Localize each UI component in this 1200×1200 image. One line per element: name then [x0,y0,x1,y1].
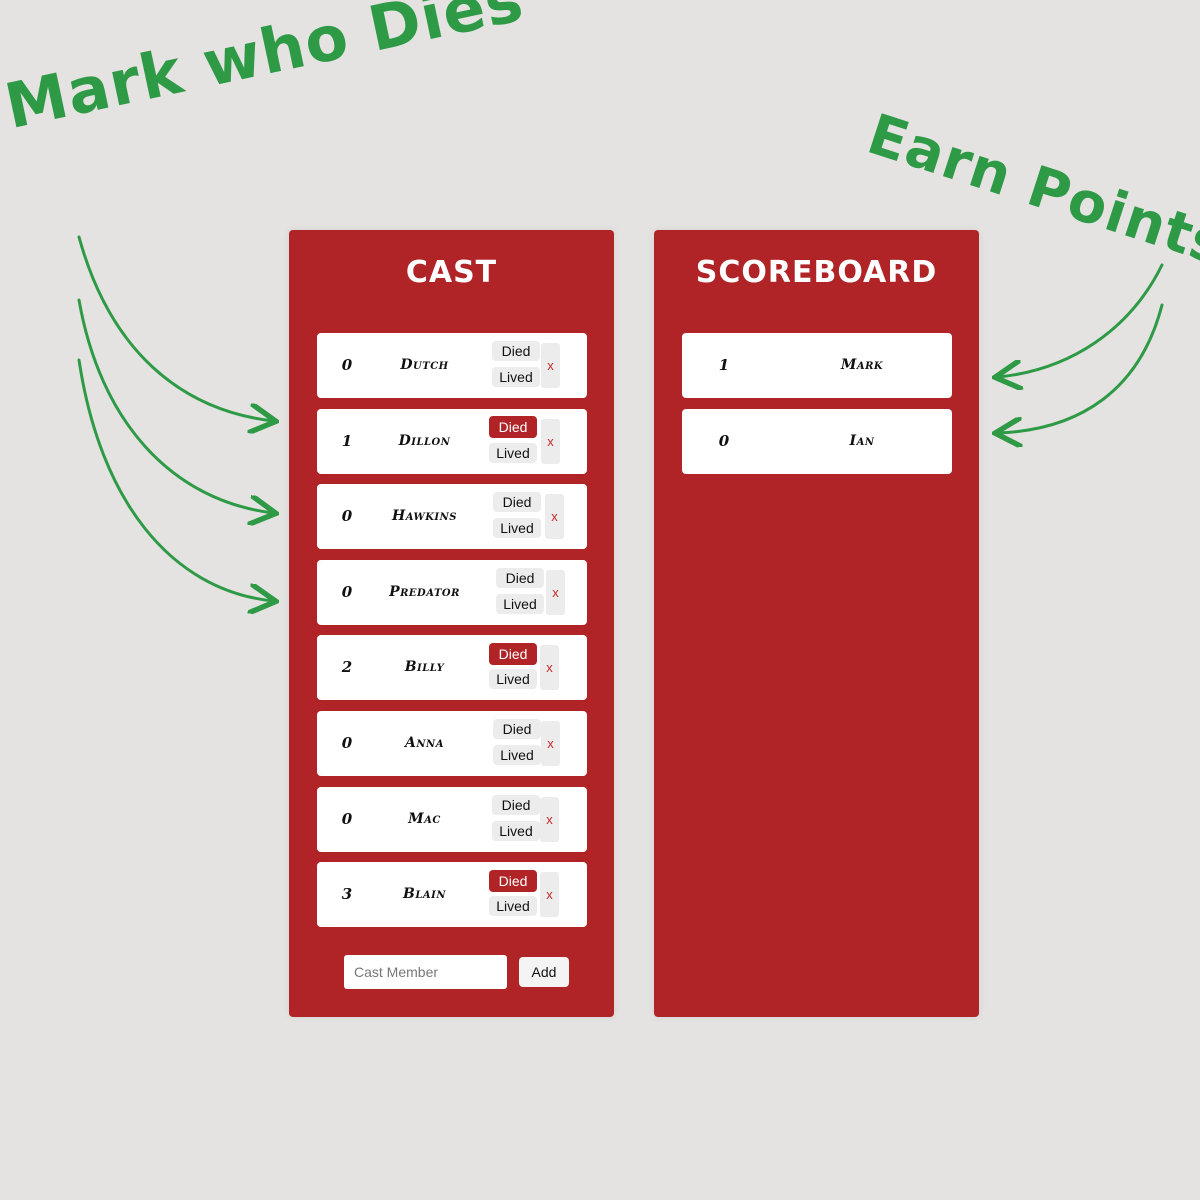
arrow-left-3 [77,358,273,601]
cast-panel: CAST 0 Dutch Died Lived x 1 Dillon Died Lived x 0 H… [289,230,614,1017]
cast-score: 2 [341,658,353,677]
remove-button[interactable]: x [546,569,565,615]
cast-row: 0 Dutch Died Lived x [317,333,587,398]
remove-button[interactable]: x [541,343,560,388]
remove-button[interactable]: x [540,872,559,918]
remove-button[interactable]: x [541,418,560,464]
cast-name: Dillon [398,432,451,449]
cast-row: 0 Hawkins Died Lived x [317,484,587,550]
cast-name: Hawkins [392,508,457,525]
cast-name: Dutch [400,357,449,373]
remove-button[interactable]: x [540,645,559,691]
cast-row: 2 Billy Died Lived x [317,635,587,701]
arrow-right-2 [998,303,1164,433]
cast-name: Predator [389,583,460,600]
arrow-left-1 [77,235,273,421]
cast-score: 0 [341,734,353,752]
mark-who-dies-annotation: Mark who Dies [0,0,530,143]
remove-button[interactable]: x [540,796,559,842]
cast-score: 0 [341,809,353,828]
add-button[interactable]: Add [519,957,569,987]
cast-row: 3 Blain Died Lived x [317,862,587,928]
lived-button[interactable]: Lived [492,367,540,387]
lived-button[interactable]: Lived [492,820,540,841]
lived-button[interactable]: Lived [493,745,541,765]
arrow-right-1 [998,263,1164,377]
arrow-left-2 [77,298,273,513]
died-button[interactable]: Died [492,794,540,815]
cast-title: CAST [405,255,498,290]
died-button[interactable]: Died [489,869,537,892]
cast-score: 1 [341,431,353,450]
cast-score: 0 [341,356,353,374]
cast-row: 0 Anna Died Lived x [317,711,587,776]
cast-name: Anna [405,735,444,751]
remove-button[interactable]: x [545,494,564,540]
died-button[interactable]: Died [493,491,541,512]
cast-score: 0 [341,507,353,526]
cast-score: 0 [341,582,353,601]
lived-button[interactable]: Lived [489,442,537,463]
scoreboard-row: 1 Mark [682,333,952,398]
cast-score: 3 [341,885,353,904]
cast-row: 0 Predator Died Lived x [317,559,587,625]
player-name: Mark [840,357,884,373]
cast-row: 1 Dillon Died Lived x [317,408,587,474]
died-button[interactable]: Died [489,415,537,438]
player-score: 1 [718,356,730,374]
lived-button[interactable]: Lived [493,517,541,538]
died-button[interactable]: Died [489,642,537,665]
player-score: 0 [718,431,730,450]
died-button[interactable]: Died [493,719,541,739]
cast-name: Mac [408,810,441,827]
cast-name: Billy [404,659,445,676]
scoreboard-row: 0 Ian [682,408,952,474]
lived-button[interactable]: Lived [489,895,537,916]
scoreboard-title: SCOREBOARD [695,255,938,290]
player-name: Ian [849,432,875,449]
lived-button[interactable]: Lived [496,593,544,614]
scoreboard-panel: SCOREBOARD 1 Mark 0 Ian [654,230,979,1017]
remove-button[interactable]: x [541,721,560,766]
cast-name: Blain [403,886,446,903]
cast-row: 0 Mac Died Lived x [317,786,587,852]
died-button[interactable]: Died [492,341,540,361]
lived-button[interactable]: Lived [489,668,537,689]
cast-member-input[interactable] [344,955,507,989]
died-button[interactable]: Died [496,567,544,588]
